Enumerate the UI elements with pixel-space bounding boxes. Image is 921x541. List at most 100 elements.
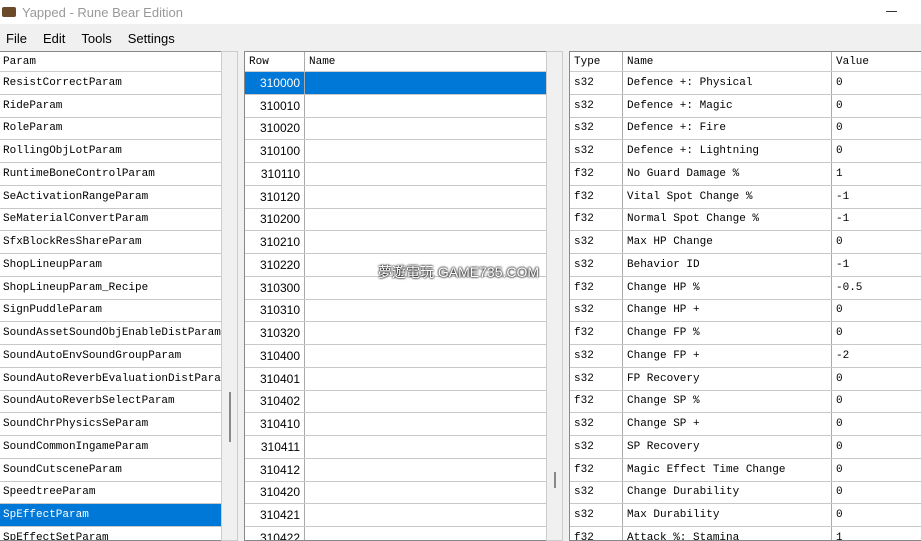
row-item[interactable]: 310200 xyxy=(245,208,546,232)
menu-edit[interactable]: Edit xyxy=(43,31,65,46)
row-item[interactable]: 310421 xyxy=(245,504,546,527)
field-value[interactable]: 0 xyxy=(832,413,921,435)
row-item[interactable]: 310320 xyxy=(245,322,546,345)
row-item[interactable]: 310000 xyxy=(245,72,546,95)
row-name[interactable] xyxy=(305,391,546,413)
row-name[interactable] xyxy=(305,118,546,140)
row-item[interactable]: 310410 xyxy=(245,413,546,436)
param-item[interactable]: RoleParam xyxy=(0,118,221,141)
row-item[interactable]: 310120 xyxy=(245,185,546,209)
param-header[interactable]: Param xyxy=(0,52,40,71)
field-type: s32 xyxy=(570,72,623,94)
row-name[interactable] xyxy=(305,368,546,390)
field-value[interactable]: 0 xyxy=(832,322,921,344)
row-id: 310401 xyxy=(245,367,305,390)
field-type: s32 xyxy=(570,504,623,526)
param-item[interactable]: SfxBlockResShareParam xyxy=(0,231,221,254)
param-item[interactable]: SoundCutsceneParam xyxy=(0,459,221,482)
row-header[interactable]: Row xyxy=(245,52,305,71)
field-value[interactable]: -1 xyxy=(832,186,921,208)
field-value[interactable]: 1 xyxy=(832,527,921,540)
param-item[interactable]: SoundAssetSoundObjEnableDistParam xyxy=(0,322,221,345)
row-name[interactable] xyxy=(305,95,546,117)
param-item[interactable]: RollingObjLotParam xyxy=(0,140,221,163)
param-item[interactable]: SeMaterialConvertParam xyxy=(0,209,221,232)
row-name[interactable] xyxy=(305,482,546,504)
row-name[interactable] xyxy=(305,436,546,458)
param-item[interactable]: ShopLineupParam xyxy=(0,254,221,277)
menu-tools[interactable]: Tools xyxy=(81,31,111,46)
param-scrollbar[interactable] xyxy=(221,51,238,541)
field-row: s32 Defence +: Physical 0 xyxy=(570,72,921,95)
row-item[interactable]: 310400 xyxy=(245,345,546,368)
row-name[interactable] xyxy=(305,209,546,231)
param-item[interactable]: SoundAutoReverbEvaluationDistParam xyxy=(0,368,221,391)
field-value[interactable]: -1 xyxy=(832,254,921,276)
param-item[interactable]: SpEffectParam xyxy=(0,504,221,527)
row-name[interactable] xyxy=(305,72,546,94)
row-name[interactable] xyxy=(305,459,546,481)
param-item[interactable]: SoundAutoReverbSelectParam xyxy=(0,391,221,414)
row-item[interactable]: 310422 xyxy=(245,527,546,540)
field-value[interactable]: 0 xyxy=(832,368,921,390)
field-value[interactable]: -2 xyxy=(832,345,921,367)
field-value[interactable]: 0 xyxy=(832,436,921,458)
row-name[interactable] xyxy=(305,413,546,435)
row-name[interactable] xyxy=(305,345,546,367)
row-scrollbar[interactable] xyxy=(546,51,563,541)
row-item[interactable]: 310412 xyxy=(245,458,546,482)
field-value[interactable]: 0 xyxy=(832,300,921,322)
field-value[interactable]: 0 xyxy=(832,459,921,481)
param-item[interactable]: ResistCorrectParam xyxy=(0,72,221,95)
field-value[interactable]: -0.5 xyxy=(832,277,921,299)
param-item[interactable]: ShopLineupParam_Recipe xyxy=(0,277,221,300)
row-name[interactable] xyxy=(305,163,546,185)
type-header[interactable]: Type xyxy=(570,52,623,71)
row-name[interactable] xyxy=(305,231,546,253)
field-value[interactable]: 1 xyxy=(832,163,921,185)
param-item[interactable]: RideParam xyxy=(0,95,221,118)
menu-settings[interactable]: Settings xyxy=(128,31,175,46)
field-value[interactable]: 0 xyxy=(832,482,921,504)
row-name[interactable] xyxy=(305,300,546,322)
field-value[interactable]: 0 xyxy=(832,95,921,117)
value-header[interactable]: Value xyxy=(832,52,873,71)
field-name-header[interactable]: Name xyxy=(623,52,832,71)
field-name: Magic Effect Time Change xyxy=(623,458,832,481)
field-value[interactable]: 0 xyxy=(832,140,921,162)
menu-file[interactable]: File xyxy=(6,31,27,46)
param-item[interactable]: SpeedtreeParam xyxy=(0,482,221,505)
row-item[interactable]: 310100 xyxy=(245,140,546,163)
row-item[interactable]: 310401 xyxy=(245,367,546,391)
row-item[interactable]: 310010 xyxy=(245,94,546,118)
row-item[interactable]: 310411 xyxy=(245,436,546,459)
field-value[interactable]: 0 xyxy=(832,72,921,94)
row-item[interactable]: 310210 xyxy=(245,231,546,254)
minimize-button[interactable] xyxy=(886,11,897,12)
row-name[interactable] xyxy=(305,504,546,526)
row-item[interactable]: 310310 xyxy=(245,299,546,323)
row-id: 310320 xyxy=(245,322,305,344)
row-name[interactable] xyxy=(305,140,546,162)
field-value[interactable]: 0 xyxy=(832,391,921,413)
row-item[interactable]: 310110 xyxy=(245,163,546,186)
row-id: 310422 xyxy=(245,527,305,540)
param-item[interactable]: SoundChrPhysicsSeParam xyxy=(0,413,221,436)
field-value[interactable]: 0 xyxy=(832,118,921,140)
field-value[interactable]: 0 xyxy=(832,231,921,253)
param-item[interactable]: SoundCommonIngameParam xyxy=(0,436,221,459)
param-item[interactable]: SpEffectSetParam xyxy=(0,527,221,540)
row-item[interactable]: 310020 xyxy=(245,117,546,141)
param-item[interactable]: SoundAutoEnvSoundGroupParam xyxy=(0,345,221,368)
name-header[interactable]: Name xyxy=(305,52,339,71)
param-item[interactable]: SeActivationRangeParam xyxy=(0,186,221,209)
row-name[interactable] xyxy=(305,186,546,208)
field-value[interactable]: 0 xyxy=(832,504,921,526)
param-item[interactable]: RuntimeBoneControlParam xyxy=(0,163,221,186)
row-item[interactable]: 310402 xyxy=(245,390,546,414)
row-name[interactable] xyxy=(305,527,546,540)
row-name[interactable] xyxy=(305,322,546,344)
row-item[interactable]: 310420 xyxy=(245,481,546,505)
param-item[interactable]: SignPuddleParam xyxy=(0,300,221,323)
field-value[interactable]: -1 xyxy=(832,209,921,231)
